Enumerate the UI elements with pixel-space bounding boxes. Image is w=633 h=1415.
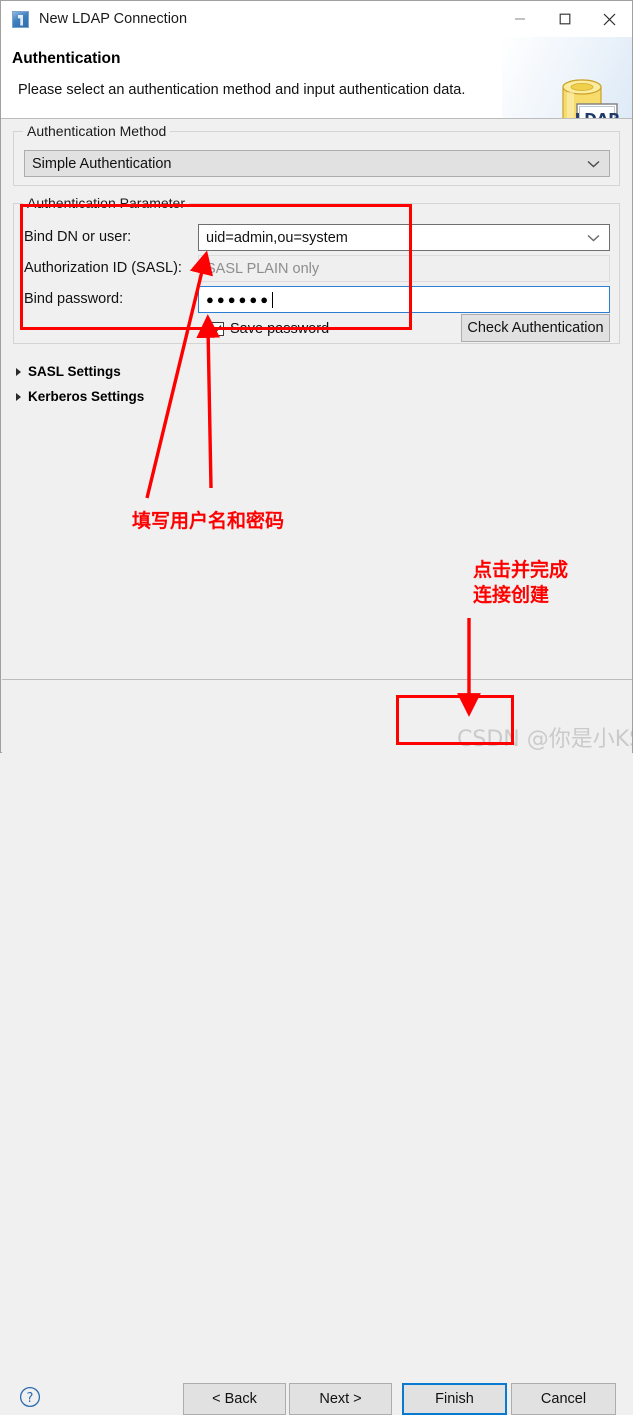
ldap-database-icon: LDAP [562, 79, 619, 119]
page-description: Please select an authentication method a… [18, 82, 466, 98]
maximize-icon[interactable] [542, 1, 587, 37]
authentication-method-select[interactable]: Simple Authentication [24, 150, 610, 177]
annotation-note-fields: 填写用户名和密码 [132, 510, 285, 532]
authorization-id-placeholder: SASL PLAIN only [206, 260, 320, 277]
authorization-id-label: Authorization ID (SASL): [24, 260, 182, 276]
page-title: Authentication [12, 50, 121, 67]
title-bar: New LDAP Connection [1, 1, 632, 37]
annotation-note-finish: 点击并完成 连接创建 [473, 559, 569, 606]
kerberos-settings-expander[interactable]: Kerberos Settings [13, 389, 144, 404]
kerberos-settings-label: Kerberos Settings [28, 389, 145, 404]
authentication-method-value: Simple Authentication [32, 155, 172, 172]
ldap-app-icon [12, 10, 29, 28]
authentication-parameter-group-label: Authentication Parameter [23, 195, 189, 211]
help-icon[interactable]: ? [19, 1386, 41, 1408]
window-controls [497, 1, 632, 37]
bind-password-input[interactable]: ●●●●●● [198, 286, 610, 313]
finish-button[interactable]: Finish [402, 1383, 507, 1415]
bind-dn-label: Bind DN or user: [24, 229, 132, 245]
wizard-header: Authentication Please select an authenti… [1, 37, 632, 119]
sasl-settings-label: SASL Settings [28, 364, 121, 379]
watermark: CSDN @你是小KS [457, 727, 633, 752]
authentication-method-group-label: Authentication Method [23, 123, 171, 139]
chevron-down-icon [587, 234, 600, 241]
window-title: New LDAP Connection [39, 11, 188, 27]
svg-text:?: ? [27, 1391, 34, 1406]
bind-dn-value: uid=admin,ou=system [206, 229, 348, 246]
authentication-parameter-group: Authentication Parameter Bind DN or user… [13, 195, 620, 344]
close-icon[interactable] [587, 1, 632, 37]
authorization-id-input[interactable]: SASL PLAIN only [198, 255, 610, 282]
bind-password-label: Bind password: [24, 291, 124, 307]
sasl-settings-expander[interactable]: SASL Settings [13, 364, 121, 379]
checkbox-checked-icon [210, 322, 224, 336]
authentication-method-group: Authentication Method Simple Authenticat… [13, 123, 620, 186]
chevron-down-icon [587, 160, 600, 167]
save-password-checkbox[interactable]: Save password [210, 321, 329, 337]
bind-password-masked-value: ●●●●●● [206, 292, 272, 307]
check-authentication-button[interactable]: Check Authentication [461, 314, 610, 342]
dialog-window: New LDAP Connection Authentication Pleas… [0, 0, 633, 1415]
cancel-button[interactable]: Cancel [511, 1383, 616, 1415]
minimize-icon[interactable] [497, 1, 542, 37]
save-password-label: Save password [230, 321, 330, 337]
next-button[interactable]: Next > [289, 1383, 392, 1415]
bind-dn-input[interactable]: uid=admin,ou=system [198, 224, 610, 251]
back-button[interactable]: < Back [183, 1383, 286, 1415]
text-caret [272, 291, 274, 308]
chevron-right-icon [16, 392, 21, 401]
ldap-badge-label: LDAP [575, 110, 619, 119]
chevron-right-icon [16, 367, 21, 376]
